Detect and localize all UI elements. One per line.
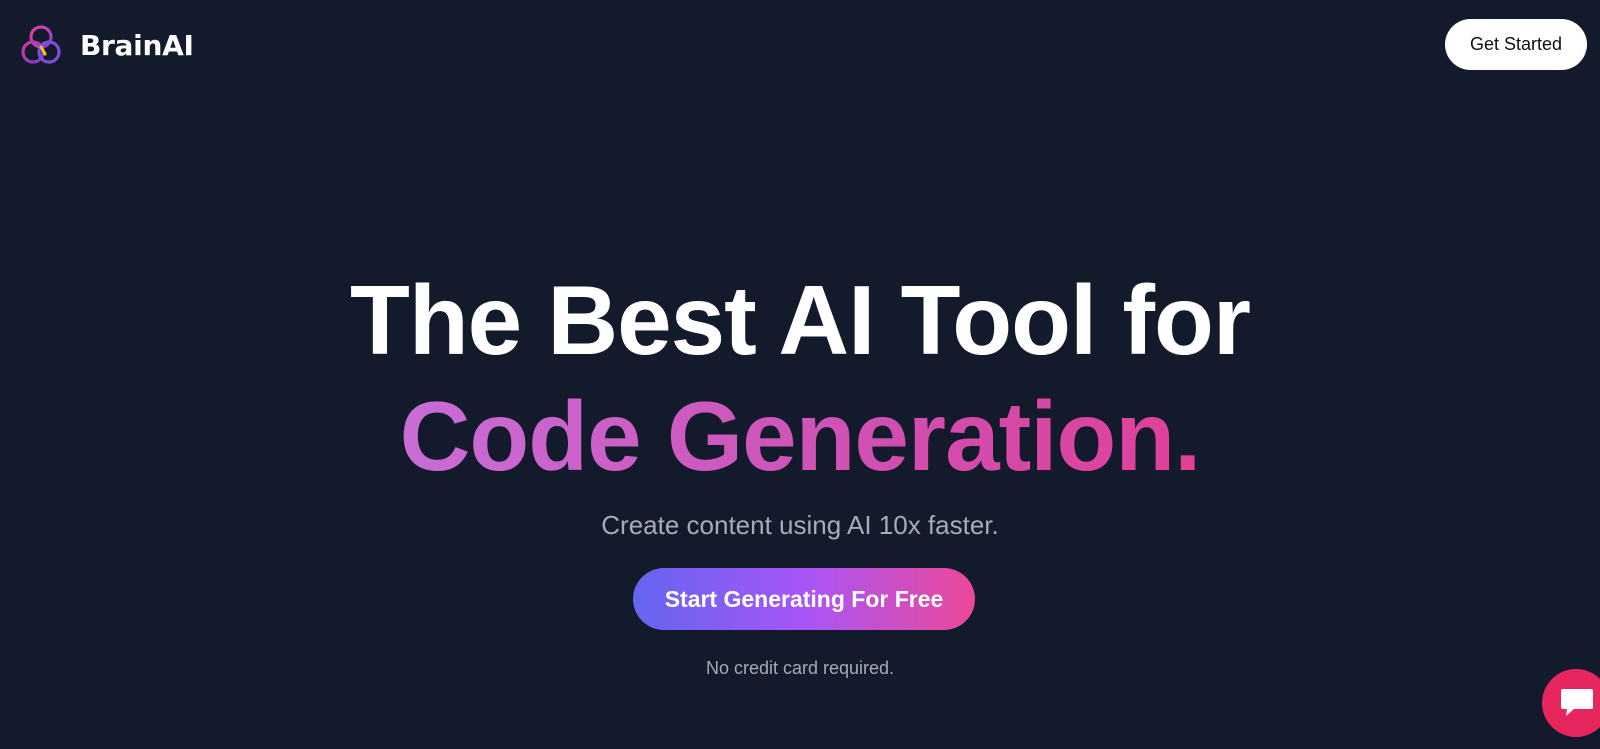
hero-title-highlight: Code Generation. [399,381,1202,491]
chat-bubble-icon [1561,689,1593,716]
hero-title-line-1: The Best AI Tool for [349,265,1251,375]
brain-logo-icon [21,25,61,64]
site-header: BrainAI Get Started [0,0,1600,90]
landing-page: BrainAI Get Started The Best AI Tool for… [0,0,1600,749]
hero-title-line-2: Code Generation. [0,378,1600,494]
chat-widget-button[interactable] [1542,669,1600,737]
start-generating-button[interactable]: Start Generating For Free [633,568,975,630]
hero-subtitle: Create content using AI 10x faster. [601,510,999,540]
get-started-button[interactable]: Get Started [1445,19,1587,70]
brand-home-link[interactable]: BrainAI [20,24,194,66]
no-credit-card-note: No credit card required. [705,658,895,678]
brand-name: BrainAI [80,28,194,62]
